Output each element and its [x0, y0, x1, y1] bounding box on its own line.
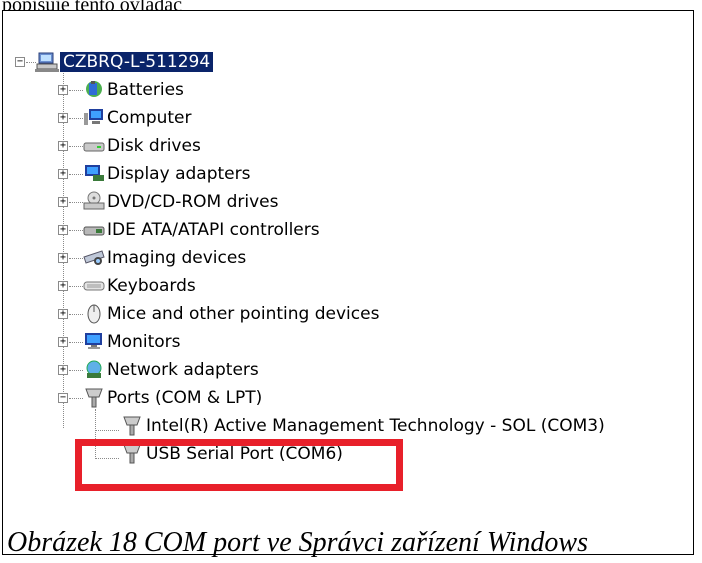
expand-ide-controllers[interactable]: +	[58, 225, 68, 235]
expand-display-adapters[interactable]: +	[58, 169, 68, 179]
node-ports-com-lpt[interactable]: Ports (COM & LPT)	[107, 388, 262, 408]
collapse-ports[interactable]: −	[58, 393, 68, 403]
root-computer-label[interactable]: CZBRQ-L-511294	[60, 52, 214, 72]
port-connector-icon	[83, 387, 105, 408]
figure-caption: Obrázek 18 COM port ve Správci zařízení …	[7, 527, 588, 558]
device-manager-tree-panel: − CZBRQ-L-511294 + Batteries + Computer	[2, 10, 694, 558]
computer-icon	[83, 107, 105, 127]
expand-mice[interactable]: +	[58, 309, 68, 319]
disk-drive-icon	[83, 135, 105, 155]
node-mice[interactable]: Mice and other pointing devices	[107, 304, 379, 324]
node-batteries[interactable]: Batteries	[107, 80, 184, 100]
node-monitors[interactable]: Monitors	[107, 332, 180, 352]
port-connector-icon	[121, 415, 143, 436]
expand-dvd-cd-rom-drives[interactable]: +	[58, 197, 68, 207]
battery-icon	[83, 79, 105, 99]
display-adapter-icon	[83, 163, 105, 183]
node-disk-drives[interactable]: Disk drives	[107, 136, 201, 156]
node-display-adapters[interactable]: Display adapters	[107, 164, 250, 184]
expand-imaging-devices[interactable]: +	[58, 253, 68, 263]
expand-monitors[interactable]: +	[58, 337, 68, 347]
expand-disk-drives[interactable]: +	[58, 141, 68, 151]
monitor-icon	[83, 331, 105, 351]
root-collapse-toggle[interactable]: −	[15, 57, 25, 67]
node-ide-controllers[interactable]: IDE ATA/ATAPI controllers	[107, 220, 320, 240]
expand-batteries[interactable]: +	[58, 85, 68, 95]
node-computer[interactable]: Computer	[107, 108, 192, 128]
node-keyboards[interactable]: Keyboards	[107, 276, 196, 296]
mouse-icon	[83, 302, 105, 324]
keyboard-icon	[83, 275, 105, 295]
ide-controller-icon	[83, 219, 105, 239]
imaging-device-icon	[83, 247, 105, 267]
node-dvd-cd-rom-drives[interactable]: DVD/CD-ROM drives	[107, 192, 278, 212]
optical-drive-icon	[83, 191, 105, 211]
expand-computer[interactable]: +	[58, 113, 68, 123]
node-imaging-devices[interactable]: Imaging devices	[107, 248, 246, 268]
expand-network-adapters[interactable]: +	[58, 365, 68, 375]
computer-network-icon	[35, 51, 59, 72]
node-network-adapters[interactable]: Network adapters	[107, 360, 259, 380]
usb-serial-port-highlight-box	[75, 439, 403, 491]
child-intel-amt-sol-com3[interactable]: Intel(R) Active Management Technology - …	[146, 416, 605, 436]
expand-keyboards[interactable]: +	[58, 281, 68, 291]
network-adapter-icon	[83, 359, 105, 379]
